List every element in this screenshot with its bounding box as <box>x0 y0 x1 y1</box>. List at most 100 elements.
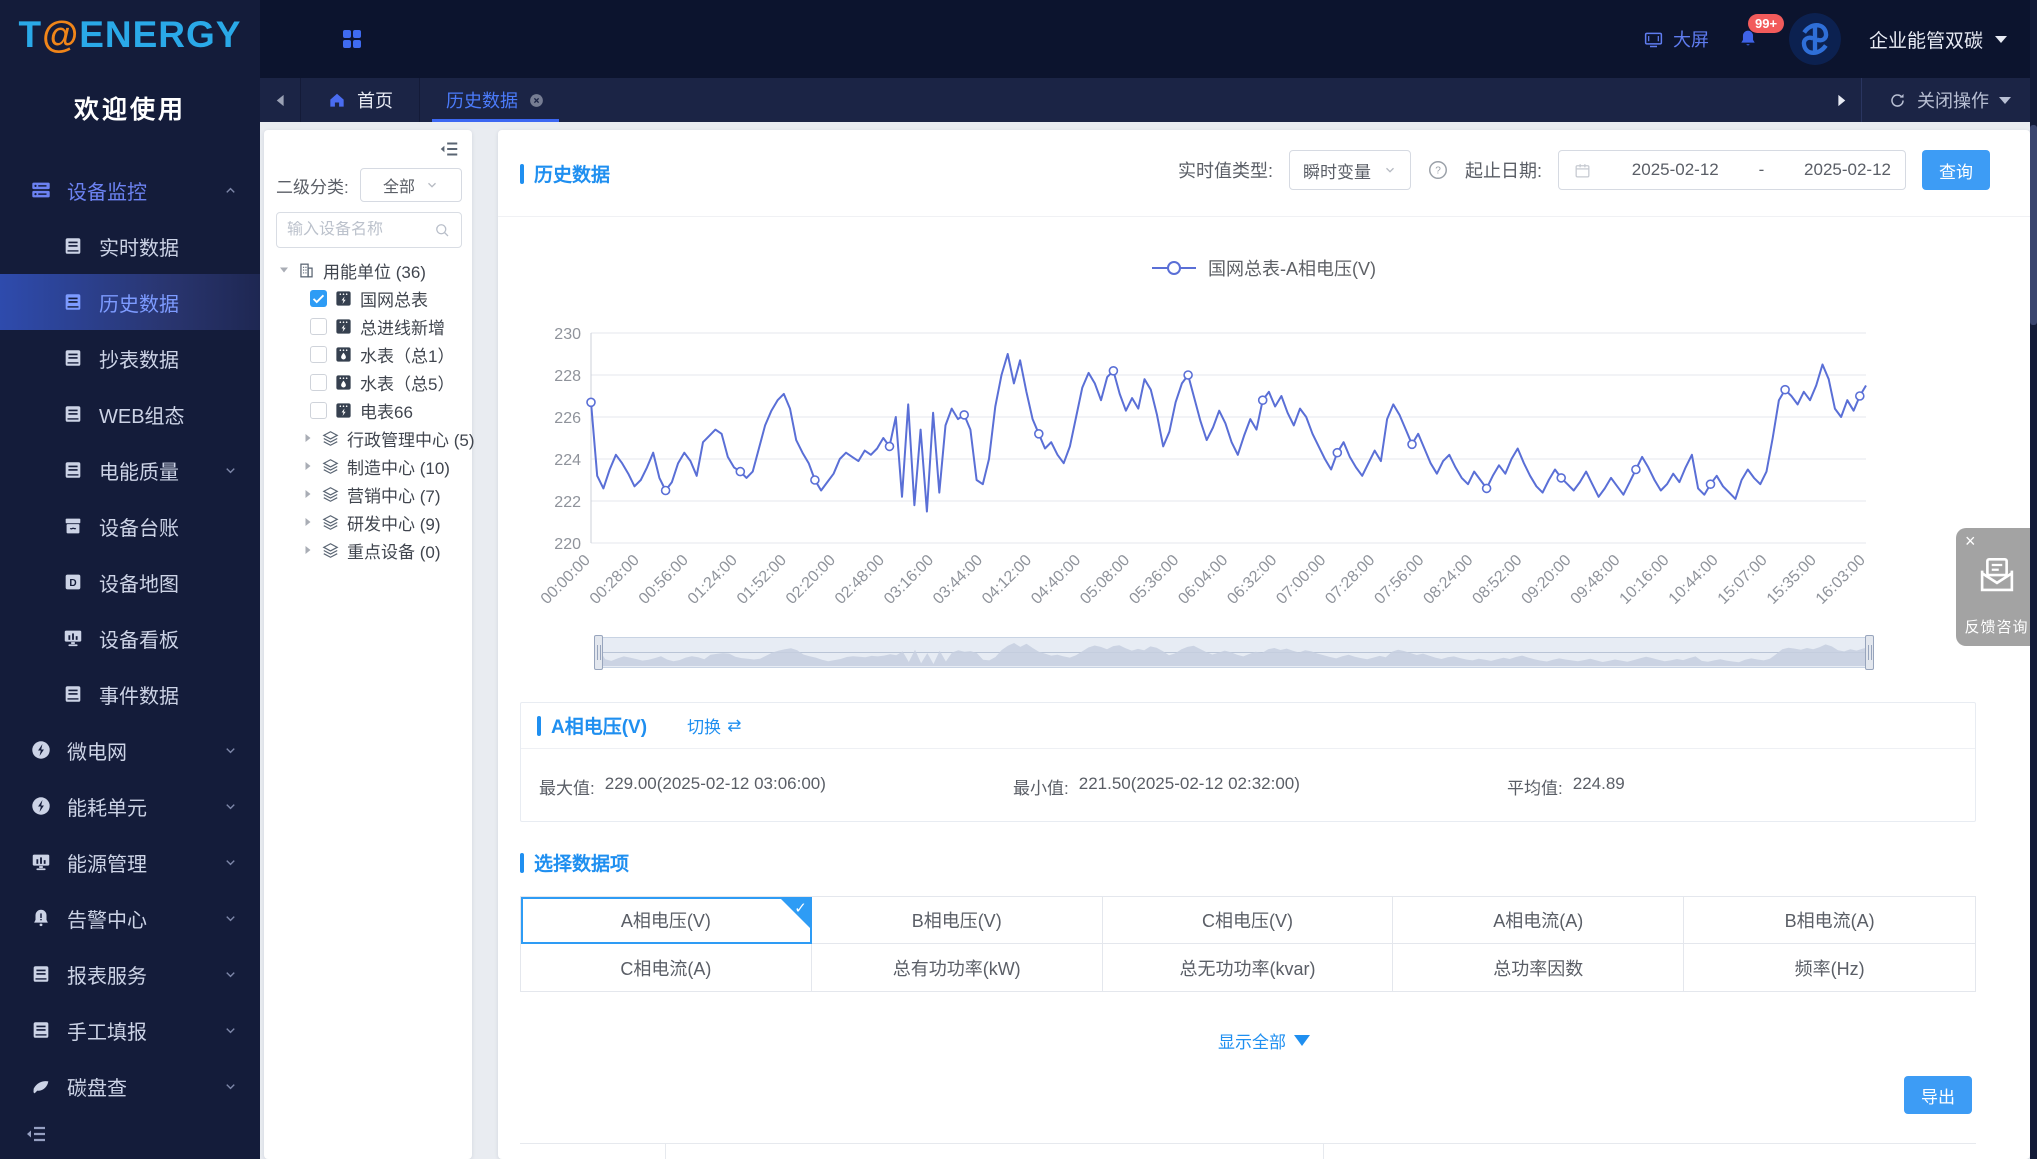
data-item-button-3[interactable]: A相电流(A) <box>1393 897 1684 944</box>
sidebar-item-4[interactable]: WEB组态 <box>0 386 260 442</box>
tree-node[interactable]: 用能单位 (36) <box>264 256 472 284</box>
stat-max-value: 229.00(2025-02-12 03:06:00) <box>605 774 826 799</box>
export-button[interactable]: 导出 <box>1904 1076 1972 1114</box>
tree-node[interactable]: 水表（总5） <box>264 368 472 396</box>
tree-node[interactable]: 水表（总1） <box>264 340 472 368</box>
device-search-input[interactable] <box>287 221 433 239</box>
brand-logo: T@ENERGY <box>0 14 260 56</box>
tree-node[interactable]: 重点设备 (0) <box>264 536 472 564</box>
page-scrollbar[interactable] <box>2030 0 2037 1159</box>
switch-link[interactable]: 切换 ⇄ <box>687 713 741 738</box>
checkbox[interactable] <box>310 402 327 419</box>
svg-text:07:00:00: 07:00:00 <box>1273 552 1329 608</box>
layers-icon <box>321 429 340 448</box>
logo-at-icon: @ <box>42 14 79 55</box>
avatar[interactable] <box>1789 13 1841 65</box>
close-operations-menu[interactable]: 关闭操作 <box>1861 78 2037 122</box>
sidebar-item-9[interactable]: 事件数据 <box>0 666 260 722</box>
refresh-icon[interactable] <box>1888 91 1907 110</box>
scrollbar-thumb[interactable] <box>2030 125 2037 325</box>
apps-grid-icon[interactable] <box>340 27 364 51</box>
org-name: 企业能管双碳 <box>1869 26 1983 53</box>
sidebar-item-1[interactable]: 实时数据 <box>0 218 260 274</box>
data-item-button-2[interactable]: C相电压(V) <box>1103 897 1394 944</box>
sidebar-item-14[interactable]: 报表服务 <box>0 946 260 1002</box>
panel-collapse-icon[interactable] <box>438 138 460 160</box>
tab-home[interactable]: 首页 <box>300 78 419 122</box>
datazoom-slider[interactable] <box>598 637 1870 668</box>
datazoom-handle-right[interactable] <box>1865 635 1874 670</box>
caret-right-icon[interactable] <box>302 432 314 444</box>
caret-right-icon[interactable] <box>302 488 314 500</box>
sidebar-collapse-icon[interactable] <box>24 1122 48 1146</box>
svg-text:00:56:00: 00:56:00 <box>636 552 692 608</box>
chart-legend[interactable]: 国网总表-A相电压(V) <box>498 255 2030 281</box>
tree-node[interactable]: 制造中心 (10) <box>264 452 472 480</box>
notifications-button[interactable]: 99+ <box>1737 27 1761 51</box>
svg-text:00:28:00: 00:28:00 <box>587 552 643 608</box>
tree-node[interactable]: 营销中心 (7) <box>264 480 472 508</box>
chevron-down-icon <box>1999 97 2011 104</box>
datazoom-handle-left[interactable] <box>594 635 603 670</box>
sidebar-item-15[interactable]: 手工填报 <box>0 1002 260 1058</box>
caret-right-icon[interactable] <box>302 460 314 472</box>
leaf-icon <box>30 1075 52 1097</box>
data-item-button-1[interactable]: B相电压(V) <box>812 897 1103 944</box>
sidebar-item-3[interactable]: 抄表数据 <box>0 330 260 386</box>
stats-title: A相电压(V) <box>551 712 647 739</box>
sidebar-item-16[interactable]: 碳盘查 <box>0 1058 260 1109</box>
realtime-type-select[interactable]: 瞬时变量 <box>1289 150 1411 190</box>
data-item-button-8[interactable]: 总功率因数 <box>1393 944 1684 991</box>
category-select[interactable]: 全部 <box>360 168 462 202</box>
sidebar-item-13[interactable]: 告警中心 <box>0 890 260 946</box>
sidebar-item-10[interactable]: 微电网 <box>0 722 260 778</box>
sidebar-item-8[interactable]: 设备看板 <box>0 610 260 666</box>
data-item-button-7[interactable]: 总无功功率(kvar) <box>1103 944 1394 991</box>
sidebar-item-label: 抄表数据 <box>99 344 179 373</box>
feedback-widget[interactable]: × 反馈咨询 <box>1956 528 2037 646</box>
checkbox[interactable] <box>310 290 327 307</box>
data-item-button-0[interactable]: A相电压(V)✓ <box>521 897 812 944</box>
sidebar-item-0[interactable]: 设备监控 <box>0 162 260 218</box>
close-icon[interactable]: × <box>1965 532 1976 550</box>
bigscreen-button[interactable]: 大屏 <box>1643 26 1709 52</box>
date-range-picker[interactable]: 2025-02-12 - 2025-02-12 <box>1558 150 1906 190</box>
tabs-scroll-left-icon[interactable] <box>260 93 300 108</box>
tab-history-label: 历史数据 <box>446 87 518 113</box>
svg-text:08:52:00: 08:52:00 <box>1469 552 1525 608</box>
tree-node[interactable]: 研发中心 (9) <box>264 508 472 536</box>
page-title-label: 历史数据 <box>534 160 610 187</box>
help-icon[interactable]: ? <box>1427 159 1449 181</box>
sidebar-item-2[interactable]: 历史数据 <box>0 274 260 330</box>
checkbox[interactable] <box>310 318 327 335</box>
caret-right-icon[interactable] <box>302 516 314 528</box>
data-item-button-4[interactable]: B相电流(A) <box>1684 897 1975 944</box>
tree-node[interactable]: 行政管理中心 (5) <box>264 424 472 452</box>
date-start-value: 2025-02-12 <box>1632 160 1719 180</box>
data-item-button-6[interactable]: 总有功功率(kW) <box>812 944 1103 991</box>
tree-node[interactable]: 电表66 <box>264 396 472 424</box>
caret-down-icon[interactable] <box>278 264 290 276</box>
sidebar-item-11[interactable]: 能耗单元 <box>0 778 260 834</box>
tree-node[interactable]: 国网总表 <box>264 284 472 312</box>
tab-history-data[interactable]: 历史数据 <box>419 78 571 122</box>
sidebar-item-label: 手工填报 <box>67 1016 147 1045</box>
org-menu[interactable]: 企业能管双碳 <box>1869 26 2007 53</box>
sidebar-item-12[interactable]: 能源管理 <box>0 834 260 890</box>
svg-text:230: 230 <box>554 326 581 343</box>
sidebar-item-6[interactable]: 设备台账 <box>0 498 260 554</box>
checkbox[interactable] <box>310 374 327 391</box>
data-item-button-9[interactable]: 频率(Hz) <box>1684 944 1975 991</box>
sidebar-item-label: 实时数据 <box>99 232 179 261</box>
tabs-scroll-right-icon[interactable] <box>1821 93 1861 108</box>
meter-elec-icon <box>334 289 353 308</box>
caret-right-icon[interactable] <box>302 544 314 556</box>
checkbox[interactable] <box>310 346 327 363</box>
tree-node[interactable]: 总进线新增 <box>264 312 472 340</box>
data-item-button-5[interactable]: C相电流(A) <box>521 944 812 991</box>
show-all-toggle[interactable]: 显示全部 <box>498 1028 2030 1053</box>
sidebar-item-7[interactable]: D设备地图 <box>0 554 260 610</box>
sidebar-item-5[interactable]: 电能质量 <box>0 442 260 498</box>
tab-close-icon[interactable] <box>528 92 545 109</box>
query-button[interactable]: 查询 <box>1922 150 1990 190</box>
